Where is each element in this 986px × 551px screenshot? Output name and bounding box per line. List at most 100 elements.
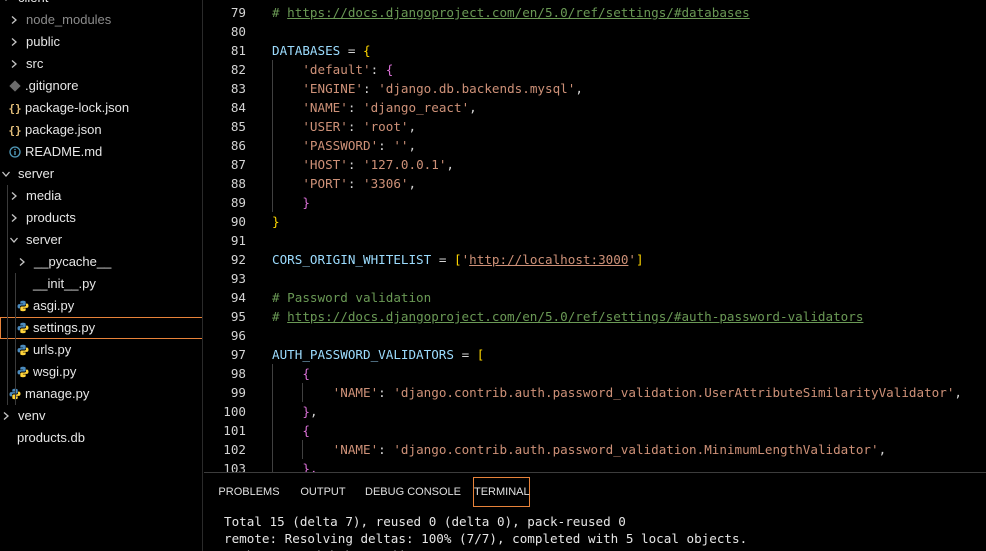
- code-line[interactable]: 86 'PASSWORD': '',: [204, 136, 986, 155]
- code-line[interactable]: 92 CORS_ORIGIN_WHITELIST = ['http://local…: [204, 250, 986, 269]
- tree-item-label: asgi.py: [33, 298, 75, 313]
- blank-file-icon: [0, 430, 14, 446]
- token-b1: }: [272, 214, 280, 229]
- tree-item-label: media: [26, 188, 62, 203]
- folder-products[interactable]: products: [0, 207, 202, 229]
- chevron-right-icon[interactable]: [8, 12, 20, 28]
- code-line[interactable]: 88 'PORT': '3306',: [204, 174, 986, 193]
- line-number: 90: [230, 214, 246, 229]
- folder--pycache-[interactable]: __pycache__: [0, 251, 202, 273]
- code-line[interactable]: 100 },: [204, 402, 986, 421]
- code-line[interactable]: 102 'NAME': 'django.contrib.auth.passwor…: [204, 440, 986, 459]
- line-number: 102: [223, 442, 246, 457]
- token-str: 'django.contrib.auth.password_validation…: [393, 442, 879, 457]
- code-text: # https://docs.djangoproject.com/en/5.0/…: [272, 3, 750, 22]
- code-line[interactable]: 80: [204, 22, 986, 41]
- folder-venv[interactable]: venv: [0, 405, 202, 427]
- code-line[interactable]: 85 'USER': 'root',: [204, 117, 986, 136]
- token-str: 'PASSWORD': [302, 138, 379, 153]
- code-line[interactable]: 93: [204, 269, 986, 288]
- file--gitignore[interactable]: .gitignore: [0, 75, 202, 97]
- line-number: 100: [223, 404, 246, 419]
- chevron-right-icon[interactable]: [8, 34, 20, 50]
- code-editor[interactable]: 79 # https://docs.djangoproject.com/en/5.…: [204, 0, 986, 472]
- token-link[interactable]: https://docs.djangoproject.com/en/5.0/re…: [287, 309, 863, 324]
- folder-public[interactable]: public: [0, 31, 202, 53]
- code-line[interactable]: 84 'NAME': 'django_react',: [204, 98, 986, 117]
- token-op: :: [347, 119, 364, 134]
- folder-node-modules[interactable]: node_modules: [0, 9, 202, 31]
- token-link[interactable]: https://docs.djangoproject.com/en/5.0/re…: [287, 5, 750, 20]
- chevron-right-icon[interactable]: [8, 56, 20, 72]
- token-b2: {: [302, 366, 310, 381]
- chevron-down-icon[interactable]: [8, 232, 20, 248]
- tree-item-label: .gitignore: [25, 78, 79, 93]
- line-number: 93: [230, 271, 246, 286]
- folder-media[interactable]: media: [0, 185, 202, 207]
- line-number: 86: [230, 138, 246, 153]
- token-comment: #: [272, 5, 288, 20]
- folder-client[interactable]: client: [0, 0, 202, 9]
- token-b2: },: [302, 461, 318, 472]
- token-op: =: [453, 347, 477, 362]
- code-line[interactable]: 103 },: [204, 459, 986, 472]
- token-strlink[interactable]: http://localhost:3000: [469, 252, 628, 267]
- code-line[interactable]: 98 {: [204, 364, 986, 383]
- folder-server[interactable]: server: [0, 163, 202, 185]
- panel-tab-debug-console[interactable]: DEBUG CONSOLE: [362, 477, 464, 507]
- code-line[interactable]: 87 'HOST': '127.0.0.1',: [204, 155, 986, 174]
- chevron-down-icon[interactable]: [0, 166, 12, 182]
- code-line[interactable]: 99 'NAME': 'django.contrib.auth.password…: [204, 383, 986, 402]
- chevron-right-icon[interactable]: [8, 210, 20, 226]
- code-text: 'USER': 'root',: [272, 117, 416, 136]
- python-icon: [16, 364, 30, 380]
- token-var: AUTH_PASSWORD_VALIDATORS: [272, 347, 454, 362]
- panel-tab-terminal[interactable]: TERMINAL: [473, 477, 530, 507]
- line-number: 97: [230, 347, 246, 362]
- file-products-db[interactable]: products.db: [0, 427, 202, 449]
- file-asgi-py[interactable]: asgi.py: [0, 295, 202, 317]
- chevron-right-icon[interactable]: [0, 408, 12, 424]
- code-line[interactable]: 95 # https://docs.djangoproject.com/en/5.…: [204, 307, 986, 326]
- code-text: },: [272, 402, 317, 421]
- code-line[interactable]: 97 AUTH_PASSWORD_VALIDATORS = [: [204, 345, 986, 364]
- file-package-json[interactable]: {} package.json: [0, 119, 202, 141]
- file-manage-py[interactable]: manage.py: [0, 383, 202, 405]
- chevron-right-icon[interactable]: [8, 188, 20, 204]
- file-package-lock-json[interactable]: {} package-lock.json: [0, 97, 202, 119]
- panel-tab-problems[interactable]: PROBLEMS: [216, 477, 282, 507]
- code-text: CORS_ORIGIN_WHITELIST = ['http://localho…: [272, 250, 644, 269]
- code-line[interactable]: 82 'default': {: [204, 60, 986, 79]
- panel-tab-output[interactable]: OUTPUT: [298, 477, 348, 507]
- python-icon: [16, 342, 30, 358]
- code-line[interactable]: 81 DATABASES = {: [204, 41, 986, 60]
- python-icon: [16, 320, 30, 336]
- token-str: '': [393, 138, 409, 153]
- chevron-down-icon[interactable]: [0, 0, 12, 6]
- file-urls-py[interactable]: urls.py: [0, 339, 202, 361]
- code-line[interactable]: 89 }: [204, 193, 986, 212]
- chevron-right-icon[interactable]: [16, 254, 28, 270]
- code-line[interactable]: 91: [204, 231, 986, 250]
- token-op: :: [378, 442, 394, 457]
- code-text: {: [272, 364, 310, 383]
- indent-guide: [15, 273, 16, 405]
- file--init-py[interactable]: __init__.py: [0, 273, 202, 295]
- folder-src[interactable]: src: [0, 53, 202, 75]
- line-number: 85: [230, 119, 246, 134]
- file-wsgi-py[interactable]: wsgi.py: [0, 361, 202, 383]
- code-line[interactable]: 101 {: [204, 421, 986, 440]
- line-number: 87: [230, 157, 246, 172]
- code-line[interactable]: 96: [204, 326, 986, 345]
- tree-item-label: __pycache__: [34, 254, 112, 269]
- token-op: ,: [408, 176, 417, 191]
- code-text: 'NAME': 'django_react',: [272, 98, 476, 117]
- token-comment: #: [272, 309, 288, 324]
- code-line[interactable]: 94 # Password validation: [204, 288, 986, 307]
- code-line[interactable]: 83 'ENGINE': 'django.db.backends.mysql',: [204, 79, 986, 98]
- code-line[interactable]: 79 # https://docs.djangoproject.com/en/5.…: [204, 3, 986, 22]
- code-line[interactable]: 90}: [204, 212, 986, 231]
- file-settings-py[interactable]: settings.py: [0, 317, 202, 339]
- folder-server[interactable]: server: [0, 229, 202, 251]
- file-readme-md[interactable]: README.md: [0, 141, 202, 163]
